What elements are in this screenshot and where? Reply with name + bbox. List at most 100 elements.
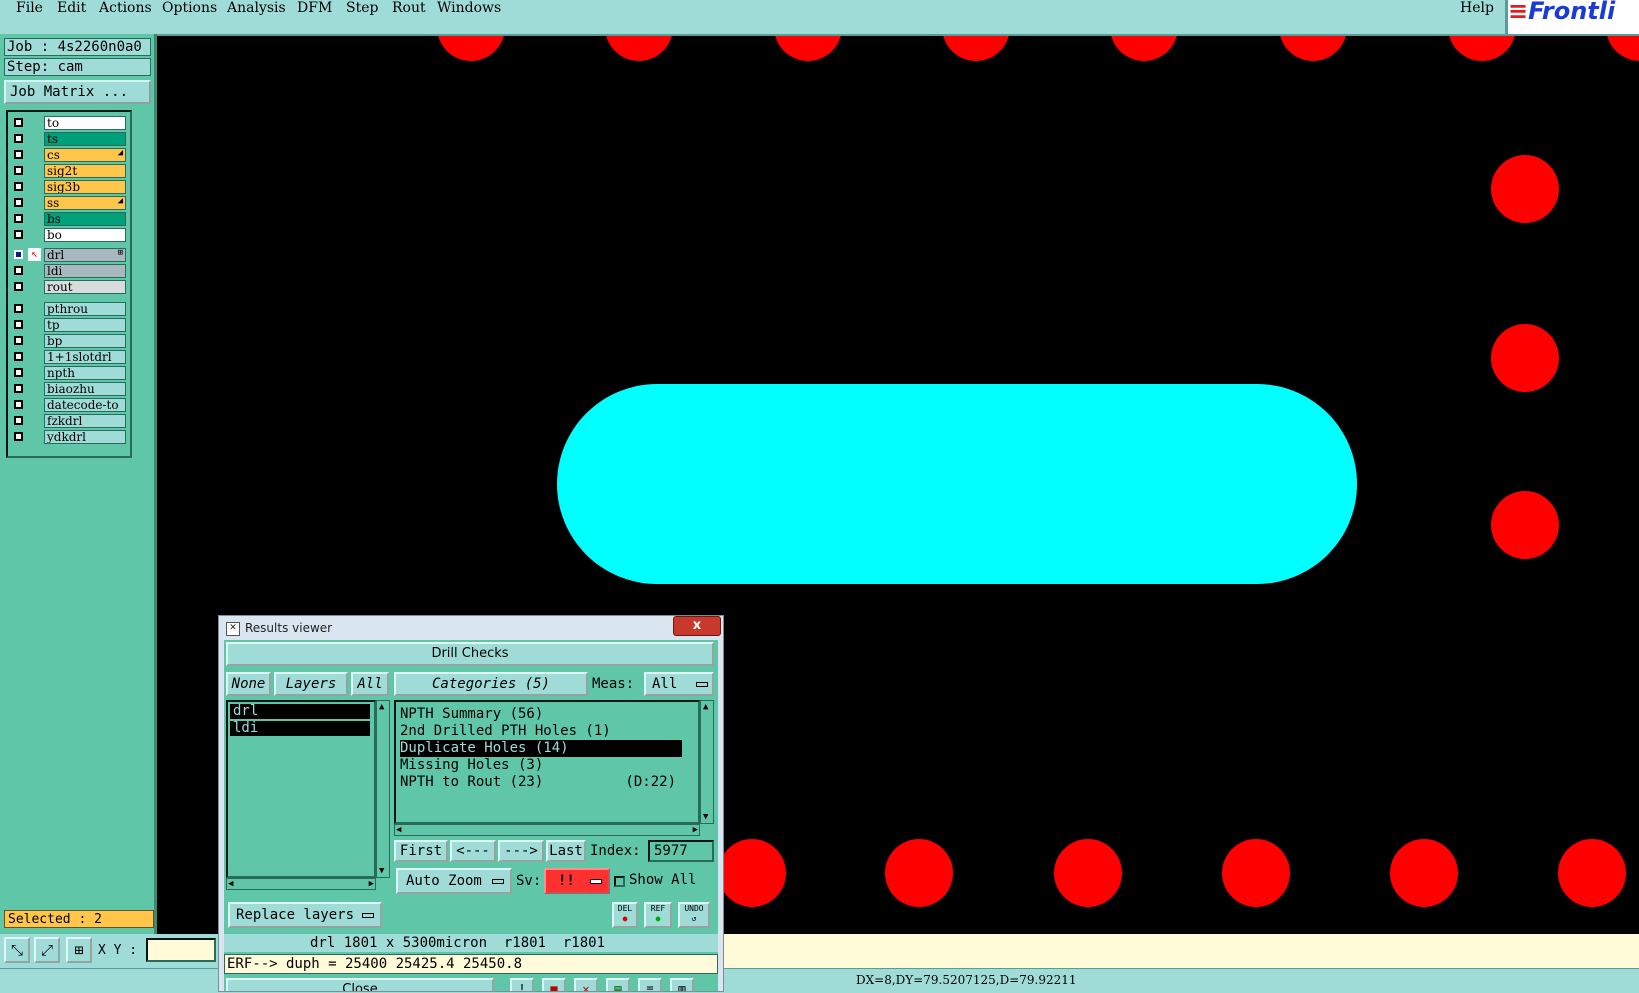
category-item[interactable]: Missing Holes (3) xyxy=(400,757,682,774)
layer-row[interactable]: ydkdrl xyxy=(10,430,126,444)
layer-name[interactable]: rout xyxy=(44,280,126,294)
layer-checkbox[interactable] xyxy=(14,320,23,329)
layer-checkbox[interactable] xyxy=(14,182,23,191)
meas-dropdown[interactable]: All xyxy=(644,672,714,696)
xy-input[interactable] xyxy=(146,938,216,962)
layer-row[interactable]: npth xyxy=(10,366,126,380)
last-button[interactable]: Last xyxy=(546,840,586,862)
scroll-down-icon[interactable]: ▼ xyxy=(703,812,708,822)
none-button[interactable]: None xyxy=(226,672,271,696)
undo-icon[interactable]: UNDO ↺ xyxy=(678,902,710,928)
layer-checkbox[interactable] xyxy=(14,432,23,441)
next-button[interactable]: ---> xyxy=(498,840,544,862)
layer-row[interactable]: sig3b xyxy=(10,180,126,194)
layer-row[interactable]: bo xyxy=(10,228,126,242)
layer-checkbox[interactable] xyxy=(14,266,23,275)
layer-checkbox[interactable] xyxy=(14,304,23,313)
layer-row[interactable]: ts xyxy=(10,132,126,146)
category-item[interactable]: Duplicate Holes (14) xyxy=(400,740,682,757)
category-list[interactable]: NPTH Summary (56) 2nd Drilled PTH Holes (… xyxy=(394,700,700,824)
grid-snap-icon[interactable]: ⊞ xyxy=(66,937,92,963)
menu-edit[interactable]: Edit xyxy=(57,0,86,16)
layer-row[interactable]: bs xyxy=(10,212,126,226)
layer-checkbox[interactable] xyxy=(14,150,23,159)
zoom-diagonal-icon[interactable]: ⤢ xyxy=(34,937,60,963)
menu-options[interactable]: Options xyxy=(162,0,217,16)
menu-dfm[interactable]: DFM xyxy=(297,0,332,16)
layers-button[interactable]: Layers xyxy=(274,672,348,696)
results-viewer-titlebar[interactable]: ✕ Results viewer xyxy=(219,616,723,640)
scroll-right-icon[interactable]: ▶ xyxy=(693,825,698,835)
delete-result-icon[interactable]: DEL ● xyxy=(612,902,638,928)
menu-windows[interactable]: Windows xyxy=(437,0,501,16)
layer-row[interactable]: datecode-to xyxy=(10,398,126,412)
layer-row[interactable]: ss ◢ xyxy=(10,196,126,210)
layer-name[interactable]: ts xyxy=(44,132,126,146)
scroll-right-icon[interactable]: ▶ xyxy=(369,879,374,889)
layer-name[interactable]: tp xyxy=(44,318,126,332)
layer-checkbox[interactable] xyxy=(14,384,23,393)
layer-row[interactable]: ↖ drl ⊞ xyxy=(10,248,126,262)
layer-name[interactable]: fzkdrl xyxy=(44,414,126,428)
layer-name[interactable]: ydkdrl xyxy=(44,430,126,444)
layer-name[interactable]: bo xyxy=(44,228,126,242)
result-layer-item[interactable]: ldi xyxy=(230,721,370,736)
layer-row[interactable]: bp xyxy=(10,334,126,348)
first-button[interactable]: First xyxy=(394,840,448,862)
layer-name[interactable]: datecode-to xyxy=(44,398,126,412)
layer-checkbox[interactable] xyxy=(14,336,23,345)
layer-name[interactable]: npth xyxy=(44,366,126,380)
layer-checkbox[interactable] xyxy=(14,118,23,127)
scroll-left-icon[interactable]: ◀ xyxy=(396,825,401,835)
layer-name[interactable]: ldi xyxy=(44,264,126,278)
category-list-vscrollbar[interactable]: ▲ ▼ xyxy=(700,700,714,824)
auto-zoom-dropdown[interactable]: Auto Zoom xyxy=(396,868,512,894)
layer-row[interactable]: fzkdrl xyxy=(10,414,126,428)
category-item[interactable]: NPTH Summary (56) xyxy=(400,706,682,723)
layer-name[interactable]: sig3b xyxy=(44,180,126,194)
menu-rout[interactable]: Rout xyxy=(392,0,426,16)
layer-checkbox[interactable] xyxy=(14,400,23,409)
layer-list-hscrollbar[interactable]: ◀ ▶ xyxy=(226,878,376,890)
layer-name[interactable]: pthrou xyxy=(44,302,126,316)
layer-checkbox[interactable] xyxy=(14,134,23,143)
category-list-hscrollbar[interactable]: ◀ ▶ xyxy=(394,824,700,836)
layer-row[interactable]: cs ◢ xyxy=(10,148,126,162)
category-item[interactable]: NPTH to Rout (23) (D:22) xyxy=(400,774,682,791)
close-button[interactable]: Close xyxy=(226,978,494,991)
layer-row[interactable]: pthrou xyxy=(10,302,126,316)
layer-checkbox[interactable] xyxy=(14,214,23,223)
layer-name[interactable]: drl xyxy=(44,248,126,262)
job-matrix-button[interactable]: Job Matrix ... xyxy=(4,80,151,104)
menu-analysis[interactable]: Analysis xyxy=(227,0,286,16)
report-icon[interactable]: ≡ xyxy=(638,978,662,991)
scroll-left-icon[interactable]: ◀ xyxy=(228,879,233,889)
layer-name[interactable]: bp xyxy=(44,334,126,348)
scroll-down-icon[interactable]: ▼ xyxy=(379,866,384,876)
replace-layers-dropdown[interactable]: Replace layers xyxy=(228,902,382,928)
layer-name[interactable]: ss xyxy=(44,196,126,210)
chart-icon[interactable]: ▥ xyxy=(670,978,694,991)
menu-actions[interactable]: Actions xyxy=(99,0,152,16)
cross-icon[interactable]: ✕ xyxy=(574,978,598,991)
result-layer-list[interactable]: drl ldi xyxy=(226,700,376,878)
layer-checkbox[interactable] xyxy=(14,352,23,361)
scroll-up-icon[interactable]: ▲ xyxy=(703,702,708,712)
menu-file[interactable]: File xyxy=(16,0,43,16)
info-icon[interactable]: ! xyxy=(510,978,534,991)
window-close-button[interactable]: x xyxy=(673,616,721,636)
categories-button[interactable]: Categories (5) xyxy=(394,672,588,696)
layer-row[interactable]: rout xyxy=(10,280,126,294)
previous-button[interactable]: <--- xyxy=(450,840,496,862)
layer-list-vscrollbar[interactable]: ▲ ▼ xyxy=(376,700,390,878)
layer-name[interactable]: to xyxy=(44,116,126,130)
layer-checkbox[interactable] xyxy=(14,368,23,377)
layer-row[interactable]: sig2t xyxy=(10,164,126,178)
graph-icon[interactable]: ▤ xyxy=(606,978,630,991)
show-all-checkbox[interactable] xyxy=(614,876,625,887)
layer-checkbox[interactable] xyxy=(14,416,23,425)
layer-name[interactable]: cs xyxy=(44,148,126,162)
layer-name[interactable]: bs xyxy=(44,212,126,226)
layer-row[interactable]: to xyxy=(10,116,126,130)
category-item[interactable]: 2nd Drilled PTH Holes (1) xyxy=(400,723,682,740)
